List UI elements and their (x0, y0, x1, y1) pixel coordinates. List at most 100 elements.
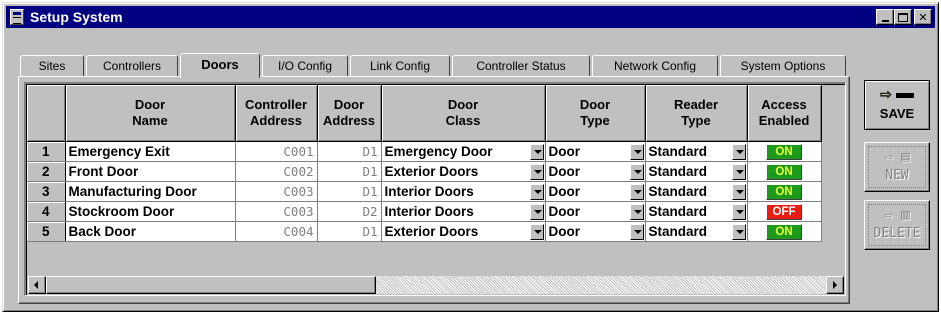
tab-doors[interactable]: Doors (180, 53, 260, 78)
dropdown-arrow-icon[interactable] (529, 203, 544, 220)
row-number[interactable]: 4 (27, 201, 66, 222)
door-class-select[interactable]: Interior Doors (381, 181, 546, 202)
dropdown-arrow-icon[interactable] (629, 203, 644, 220)
access-toggle[interactable]: OFF (766, 204, 802, 220)
column-header-door-address[interactable]: Door Address (317, 85, 382, 142)
save-arrow-icon: ⇨ (865, 85, 929, 105)
row-number[interactable]: 2 (27, 161, 66, 182)
door-type-select[interactable]: Door (545, 161, 646, 182)
controller-address-cell: C001 (235, 141, 318, 162)
tab-system-options[interactable]: System Options (720, 55, 846, 77)
dropdown-arrow-icon[interactable] (731, 163, 746, 180)
table-row[interactable]: 4 Stockroom Door C003 D2 Interior Doors … (27, 201, 822, 222)
new-label: NEW (885, 168, 909, 183)
scroll-left-icon[interactable] (28, 276, 46, 294)
close-icon: ✕ (918, 10, 928, 24)
dropdown-arrow-icon[interactable] (629, 143, 644, 160)
door-class-select[interactable]: Interior Doors (381, 201, 546, 222)
table-row[interactable]: 5 Back Door C004 D1 Exterior Doors Door … (27, 221, 822, 242)
door-name-cell[interactable]: Manufacturing Door (65, 181, 236, 202)
horizontal-scrollbar[interactable] (28, 276, 844, 294)
door-name-cell[interactable]: Front Door (65, 161, 236, 182)
doors-grid: Door Name Controller Address Door Address D… (24, 82, 846, 296)
column-header-reader-type[interactable]: Reader Type (645, 85, 748, 142)
dropdown-arrow-icon[interactable] (629, 163, 644, 180)
tab-io-config[interactable]: I/O Config (262, 55, 348, 77)
tab-network-config[interactable]: Network Config (592, 55, 718, 77)
door-address-cell: D1 (317, 161, 382, 182)
close-button[interactable]: ✕ (914, 9, 932, 25)
access-toggle[interactable]: ON (766, 144, 802, 160)
header-row: Door Name Controller Address Door Address D… (27, 85, 822, 142)
door-type-select[interactable]: Door (545, 141, 646, 162)
delete-button[interactable]: ⇨ ▥ DELETE (864, 200, 930, 250)
dropdown-arrow-icon[interactable] (529, 223, 544, 240)
save-label: SAVE (879, 106, 915, 121)
dropdown-arrow-icon[interactable] (731, 203, 746, 220)
controller-address-cell: C003 (235, 201, 318, 222)
app-icon[interactable] (10, 9, 24, 25)
new-button[interactable]: ⇨ ▤ NEW (864, 142, 930, 192)
dropdown-arrow-icon[interactable] (731, 183, 746, 200)
doors-table: Door Name Controller Address Door Address D… (27, 85, 822, 242)
column-header-controller-address[interactable]: Controller Address (235, 85, 318, 142)
window-controls: ✕ (876, 9, 932, 25)
reader-type-select[interactable]: Standard (645, 221, 748, 242)
corner-cell[interactable] (27, 85, 66, 142)
tab-controllers[interactable]: Controllers (86, 55, 178, 77)
tab-sites[interactable]: Sites (20, 55, 84, 77)
row-number[interactable]: 5 (27, 221, 66, 242)
row-number[interactable]: 3 (27, 181, 66, 202)
door-address-cell: D1 (317, 221, 382, 242)
door-type-select[interactable]: Door (545, 201, 646, 222)
door-class-select[interactable]: Emergency Door (381, 141, 546, 162)
maximize-icon (898, 12, 908, 22)
access-toggle[interactable]: ON (766, 224, 802, 240)
dropdown-arrow-icon[interactable] (529, 143, 544, 160)
reader-type-select[interactable]: Standard (645, 161, 748, 182)
door-name-cell[interactable]: Emergency Exit (65, 141, 236, 162)
door-type-select[interactable]: Door (545, 221, 646, 242)
column-header-door-class[interactable]: Door Class (381, 85, 546, 142)
reader-type-select[interactable]: Standard (645, 201, 748, 222)
dropdown-arrow-icon[interactable] (731, 143, 746, 160)
table-row[interactable]: 1 Emergency Exit C001 D1 Emergency Door … (27, 141, 822, 162)
door-address-cell: D2 (317, 201, 382, 222)
column-header-door-name[interactable]: Door Name (65, 85, 236, 142)
door-address-cell: D1 (317, 141, 382, 162)
door-name-cell[interactable]: Back Door (65, 221, 236, 242)
door-name-cell[interactable]: Stockroom Door (65, 201, 236, 222)
tab-link-config[interactable]: Link Config (350, 55, 450, 77)
dropdown-arrow-icon[interactable] (629, 223, 644, 240)
dropdown-arrow-icon[interactable] (731, 223, 746, 240)
dropdown-arrow-icon[interactable] (529, 183, 544, 200)
title-bar[interactable]: Setup System ✕ (6, 6, 935, 28)
delete-label: DELETE (873, 226, 921, 241)
table-row[interactable]: 3 Manufacturing Door C003 D1 Interior Do… (27, 181, 822, 202)
access-toggle[interactable]: ON (766, 164, 802, 180)
dropdown-arrow-icon[interactable] (629, 183, 644, 200)
access-toggle[interactable]: ON (766, 184, 802, 200)
access-enabled-cell: ON (747, 221, 822, 242)
scroll-right-icon[interactable] (826, 276, 844, 294)
minimize-button[interactable] (876, 9, 894, 25)
column-header-access-enabled[interactable]: Access Enabled (747, 85, 822, 142)
reader-type-select[interactable]: Standard (645, 141, 748, 162)
door-class-select[interactable]: Exterior Doors (381, 161, 546, 182)
column-header-door-type[interactable]: Door Type (545, 85, 646, 142)
reader-type-select[interactable]: Standard (645, 181, 748, 202)
dropdown-arrow-icon[interactable] (529, 163, 544, 180)
scrollbar-thumb[interactable] (46, 276, 376, 294)
maximize-button[interactable] (894, 9, 912, 25)
access-enabled-cell: OFF (747, 201, 822, 222)
save-button[interactable]: ⇨ SAVE (864, 80, 930, 130)
access-enabled-cell: ON (747, 181, 822, 202)
tab-controller-status[interactable]: Controller Status (452, 55, 590, 77)
door-type-select[interactable]: Door (545, 181, 646, 202)
table-row[interactable]: 2 Front Door C002 D1 Exterior Doors Door… (27, 161, 822, 182)
door-class-select[interactable]: Exterior Doors (381, 221, 546, 242)
access-enabled-cell: ON (747, 161, 822, 182)
doors-tab-panel: Door Name Controller Address Door Address D… (18, 76, 850, 304)
window-title: Setup System (30, 9, 123, 25)
row-number[interactable]: 1 (27, 141, 66, 162)
